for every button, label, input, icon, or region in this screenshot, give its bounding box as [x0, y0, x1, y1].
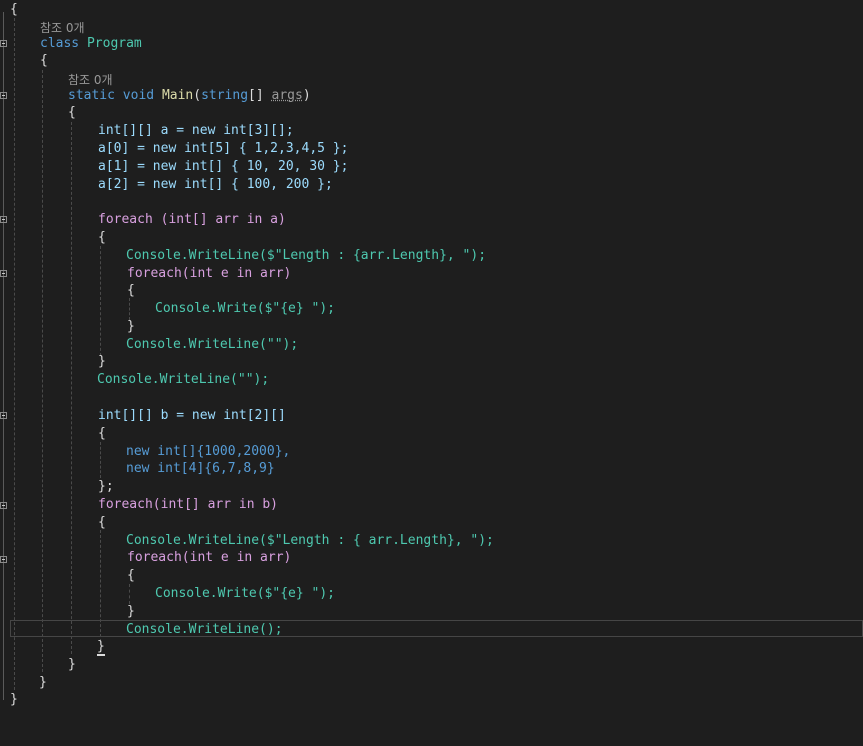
code-line[interactable]: new int[]{1000,2000}, [126, 443, 290, 461]
code-line[interactable]: new int[4]{6,7,8,9} [126, 460, 275, 478]
code-line[interactable]: a[0] = new int[5] { 1,2,3,4,5 }; [98, 140, 348, 158]
code-line[interactable]: { [98, 514, 106, 532]
code-line[interactable]: } [127, 318, 135, 336]
fold-line [3, 12, 4, 700]
collapse-icon[interactable] [0, 40, 7, 47]
code-text: Console.WriteLine(); [126, 622, 283, 637]
paren: ( [193, 88, 202, 103]
indent-guide [100, 442, 101, 478]
code-line[interactable]: }; [98, 478, 114, 496]
code-line[interactable]: foreach(int e in arr) [127, 265, 291, 283]
indent-guide [100, 246, 101, 356]
brace: } [68, 657, 76, 672]
code-line[interactable]: Console.Write($"{e} "); [155, 585, 335, 603]
code-text: Console.WriteLine($"Length : {arr.Length… [126, 248, 487, 263]
keyword: void [122, 88, 155, 103]
code-text: foreach(int e in arr) [127, 266, 292, 281]
code-line[interactable]: } [127, 603, 135, 621]
code-line[interactable]: Console.Write($"{e} "); [155, 300, 335, 318]
brace: } [39, 675, 47, 690]
code-line[interactable]: Console.WriteLine(""); [97, 371, 269, 389]
class-name: Program [86, 36, 142, 51]
code-text: int[][] a = new int[3][]; [98, 123, 294, 138]
brace: { [98, 230, 106, 245]
code-text: Console.WriteLine(""); [97, 372, 270, 387]
code-line[interactable]: a[1] = new int[] { 10, 20, 30 }; [98, 158, 348, 176]
code-line[interactable]: Console.WriteLine(); [126, 621, 283, 639]
brace: { [40, 53, 48, 68]
code-text: Console.WriteLine(""); [126, 337, 299, 352]
code-line[interactable]: } [68, 656, 76, 674]
code-text: Console.Write($"{e} "); [155, 301, 336, 316]
code-text: new int[]{1000,2000}, [126, 444, 291, 459]
brace: { [98, 515, 106, 530]
code-line[interactable]: Console.WriteLine(""); [126, 336, 298, 354]
code-text: foreach (int[] arr in a) [98, 212, 286, 227]
indent-guide [42, 70, 43, 672]
code-text: a[1] = new int[] { 10, 20, 30 }; [98, 159, 349, 174]
code-text: int[][] b = new int[2][] [98, 408, 286, 423]
code-editor[interactable]: { 참조 0개 class Program { 참조 0개 static voi… [0, 0, 863, 746]
brackets: [] [248, 88, 272, 103]
brace: }; [98, 479, 114, 494]
code-line[interactable]: int[][] b = new int[2][] [98, 407, 286, 425]
indent-guide [71, 122, 72, 654]
code-line[interactable]: } [98, 353, 106, 371]
code-line[interactable]: { [98, 425, 106, 443]
code-line[interactable]: Console.WriteLine($"Length : {arr.Length… [126, 247, 486, 265]
code-line[interactable]: foreach(int[] arr in b) [98, 496, 278, 514]
code-line[interactable]: { [10, 1, 18, 19]
brace: } [127, 604, 135, 619]
brace: } [10, 692, 18, 707]
code-line[interactable]: } [39, 674, 47, 692]
brace: { [98, 426, 106, 441]
collapse-icon[interactable] [0, 92, 7, 99]
code-line[interactable]: { [98, 229, 106, 247]
paren: ) [302, 88, 311, 103]
collapse-icon[interactable] [0, 412, 7, 419]
collapse-icon[interactable] [0, 216, 7, 223]
code-line[interactable]: { [68, 104, 76, 122]
code-line[interactable]: } [10, 691, 18, 709]
brace: } [98, 354, 106, 369]
indent-guide [14, 18, 15, 690]
method-name: Main [161, 88, 194, 103]
collapse-icon[interactable] [0, 270, 7, 277]
collapse-icon[interactable] [0, 556, 7, 563]
brace: { [127, 283, 135, 298]
brace: } [127, 319, 135, 334]
code-line[interactable]: { [127, 282, 135, 300]
keyword: static [68, 88, 115, 103]
code-line[interactable]: Console.WriteLine($"Length : { arr.Lengt… [126, 532, 494, 550]
code-line[interactable]: int[][] a = new int[3][]; [98, 122, 294, 140]
parameter-name: args [271, 88, 303, 103]
code-line[interactable]: foreach(int e in arr) [127, 549, 291, 567]
keyword: string [201, 88, 249, 103]
code-text: Console.Write($"{e} "); [155, 586, 336, 601]
indent-guide [129, 584, 130, 604]
code-text: new int[4]{6,7,8,9} [126, 461, 275, 476]
brace: { [127, 568, 135, 583]
code-text: a[2] = new int[] { 100, 200 }; [98, 177, 333, 192]
code-text: foreach(int e in arr) [127, 550, 292, 565]
code-line[interactable]: static void Main(string[] args) [68, 87, 311, 105]
collapse-icon[interactable] [0, 502, 7, 509]
code-line[interactable]: { [127, 567, 135, 585]
indent-guide [129, 298, 130, 320]
brace: } [97, 639, 105, 654]
code-text: a[0] = new int[5] { 1,2,3,4,5 }; [98, 141, 349, 156]
code-text: foreach(int[] arr in b) [98, 497, 279, 512]
references-label[interactable]: 참조 0개 [68, 73, 113, 87]
references-label[interactable]: 참조 0개 [40, 21, 85, 35]
brace: { [10, 2, 18, 17]
code-line[interactable]: foreach (int[] arr in a) [98, 211, 286, 229]
code-line[interactable]: } [97, 638, 105, 656]
code-line[interactable]: a[2] = new int[] { 100, 200 }; [98, 176, 333, 194]
keyword: class [40, 36, 80, 51]
code-line[interactable]: { [40, 52, 48, 70]
code-text: Console.WriteLine($"Length : { arr.Lengt… [126, 533, 494, 548]
brace: { [68, 105, 76, 120]
code-line[interactable]: class Program [40, 35, 142, 53]
